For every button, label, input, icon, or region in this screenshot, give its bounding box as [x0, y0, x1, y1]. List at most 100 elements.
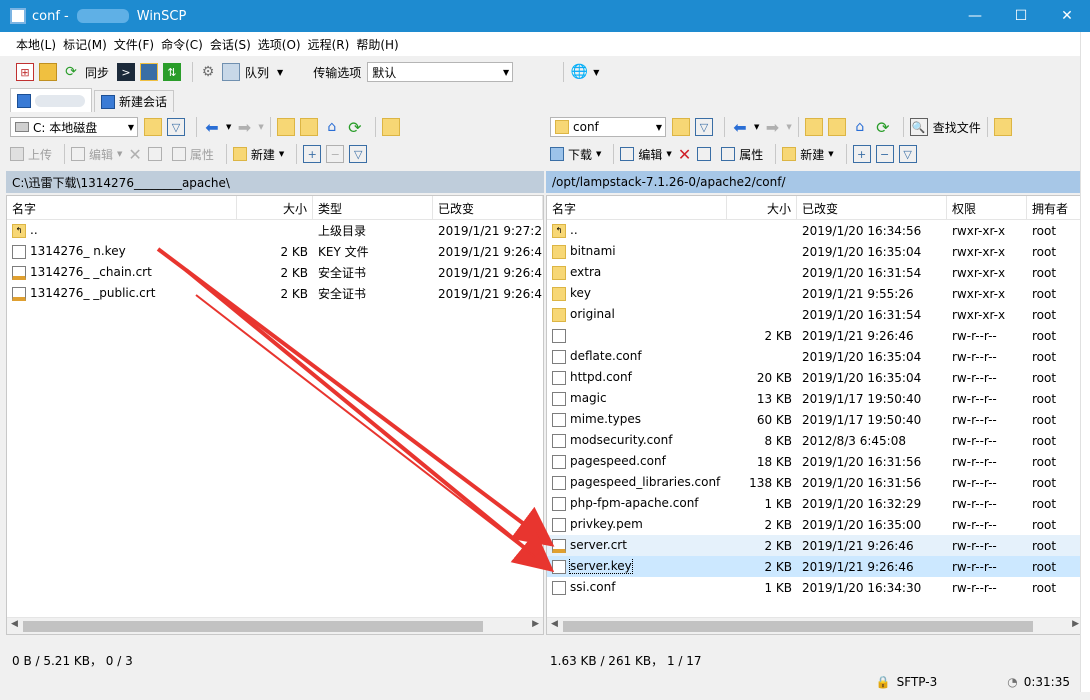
- remote-file-list[interactable]: 名字 大小 已改变 权限 拥有者 ↰.. 2019/1/20 16:34:56 rw…: [546, 195, 1084, 635]
- forward-arrow-icon[interactable]: ➡: [763, 118, 781, 137]
- gear-icon[interactable]: ⚙: [199, 63, 217, 81]
- compare-directories-icon[interactable]: ⊞: [16, 63, 34, 81]
- minimize-button[interactable]: —: [952, 0, 998, 32]
- back-arrow-icon[interactable]: ⬅: [731, 118, 749, 137]
- menu-options[interactable]: 选项(O): [258, 36, 301, 53]
- table-row[interactable]: magic 13 KB 2019/1/17 19:50:40 rw-r--r-- roo…: [547, 388, 1083, 409]
- refresh-icon[interactable]: ⟳: [346, 118, 364, 137]
- local-hscrollbar[interactable]: ◀ ▶: [7, 617, 543, 634]
- remote-folder-select[interactable]: conf ▼: [550, 117, 666, 137]
- table-row[interactable]: httpd.conf 20 KB 2019/1/20 16:35:04 rw-r--r…: [547, 367, 1083, 388]
- new-button[interactable]: 新建 ▼: [232, 146, 284, 163]
- table-row[interactable]: php-fpm-apache.conf 1 KB 2019/1/20 16:32:2…: [547, 493, 1083, 514]
- new-button[interactable]: 新建 ▼: [782, 146, 834, 163]
- select-all-icon[interactable]: +: [303, 145, 322, 163]
- forward-arrow-icon[interactable]: ➡: [235, 118, 253, 137]
- open-folder-icon[interactable]: [672, 118, 690, 136]
- menu-remote[interactable]: 远程(R): [308, 36, 350, 53]
- unselect-icon[interactable]: −: [326, 145, 345, 163]
- table-row[interactable]: 2 KB 2019/1/21 9:26:46 rw-r--r-- root: [547, 325, 1083, 346]
- scroll-thumb[interactable]: [23, 621, 483, 632]
- scroll-right-icon[interactable]: ▶: [532, 619, 539, 629]
- properties-button[interactable]: 属性: [171, 146, 214, 163]
- col-size[interactable]: 大小: [237, 196, 313, 219]
- col-modified[interactable]: 已改变: [433, 196, 543, 219]
- putty-icon[interactable]: [140, 63, 159, 81]
- home-icon[interactable]: ⌂: [323, 118, 341, 136]
- console-icon[interactable]: >: [117, 63, 136, 81]
- col-type[interactable]: 类型: [313, 196, 433, 219]
- back-dropdown-icon[interactable]: ▼: [226, 123, 231, 131]
- synchronize-browsing-icon[interactable]: [39, 63, 57, 81]
- sync-dirs-icon[interactable]: ⇅: [163, 63, 182, 81]
- scroll-right-icon[interactable]: ▶: [1072, 619, 1079, 629]
- forward-dropdown-icon[interactable]: ▼: [786, 123, 791, 131]
- menu-session[interactable]: 会话(S): [210, 36, 251, 53]
- table-row[interactable]: pagespeed.conf 18 KB 2019/1/20 16:31:56 rw-…: [547, 451, 1083, 472]
- table-row[interactable]: modsecurity.conf 8 KB 2012/8/3 6:45:08 rw-r…: [547, 430, 1083, 451]
- table-row[interactable]: ↰.. 上级目录 2019/1/21 9:27:2: [7, 220, 543, 241]
- table-row[interactable]: privkey.pem 2 KB 2019/1/20 16:35:00 rw-r--r…: [547, 514, 1083, 535]
- table-row[interactable]: deflate.conf 2019/1/20 16:35:04 rw-r--r-- r…: [547, 346, 1083, 367]
- edit-dropdown-icon[interactable]: ▼: [117, 150, 122, 158]
- table-row[interactable]: ↰.. 2019/1/20 16:34:56 rwxr-xr-x root: [547, 220, 1083, 241]
- globe-dropdown-icon[interactable]: ▼: [593, 68, 599, 77]
- scroll-left-icon[interactable]: ◀: [11, 619, 18, 629]
- local-path-bar[interactable]: C:\迅雷下载\1314276________apache\: [6, 171, 544, 193]
- globe-icon[interactable]: 🌐: [570, 63, 588, 81]
- table-row[interactable]: pagespeed_libraries.conf 138 KB 2019/1/20 …: [547, 472, 1083, 493]
- delete-button[interactable]: ✕: [128, 145, 141, 164]
- table-row[interactable]: server.crt 2 KB 2019/1/21 9:26:46 rw-r--r--…: [547, 535, 1083, 556]
- rename-button[interactable]: [147, 147, 166, 161]
- table-row[interactable]: 1314276_ _public.crt 2 KB 安全证书 2019/1/21 9:…: [7, 283, 543, 304]
- edit-dropdown-icon[interactable]: ▼: [666, 150, 671, 158]
- col-owner[interactable]: 拥有者: [1027, 196, 1083, 219]
- download-dropdown-icon[interactable]: ▼: [596, 150, 601, 158]
- col-name[interactable]: 名字: [547, 196, 727, 219]
- open-folder-icon[interactable]: [144, 118, 162, 136]
- queue-dropdown-icon[interactable]: ▼: [277, 68, 283, 77]
- col-name[interactable]: 名字: [7, 196, 237, 219]
- upload-button[interactable]: 上传: [10, 146, 52, 163]
- filter-icon[interactable]: ▽: [695, 118, 713, 136]
- new-dropdown-icon[interactable]: ▼: [828, 150, 833, 158]
- parent-folder-icon[interactable]: [276, 118, 295, 136]
- close-button[interactable]: ✕: [1044, 0, 1090, 32]
- find-files-button[interactable]: 查找文件: [933, 119, 981, 136]
- sync-button[interactable]: 同步: [85, 64, 109, 81]
- transfer-preset-select[interactable]: 默认 ▼: [367, 62, 514, 82]
- local-file-list[interactable]: 名字 大小 类型 已改变 ↰.. 上级目录 2019/1/21 9:27:2 1314…: [6, 195, 544, 635]
- table-row[interactable]: 1314276_ _chain.crt 2 KB 安全证书 2019/1/21 9:2…: [7, 262, 543, 283]
- menu-file[interactable]: 文件(F): [114, 36, 154, 53]
- menu-mark[interactable]: 标记(M): [63, 36, 107, 53]
- edit-button[interactable]: 编辑 ▼: [620, 146, 672, 163]
- edit-button[interactable]: 编辑 ▼: [71, 146, 122, 163]
- scroll-left-icon[interactable]: ◀: [551, 619, 558, 629]
- properties-button[interactable]: 属性: [721, 146, 763, 163]
- queue-button[interactable]: 队列: [245, 64, 269, 81]
- table-row[interactable]: 1314276_ n.key 2 KB KEY 文件 2019/1/21 9:26:4: [7, 241, 543, 262]
- remote-hscrollbar[interactable]: ◀ ▶: [547, 617, 1083, 634]
- local-drive-select[interactable]: C: 本地磁盘 ▼: [10, 117, 138, 137]
- tab-new-session[interactable]: 新建会话: [94, 90, 175, 112]
- unselect-icon[interactable]: −: [875, 145, 894, 163]
- table-row[interactable]: original 2019/1/20 16:31:54 rwxr-xr-x root: [547, 304, 1083, 325]
- table-row[interactable]: key 2019/1/21 9:55:26 rwxr-xr-x root: [547, 283, 1083, 304]
- menu-command[interactable]: 命令(C): [161, 36, 203, 53]
- forward-dropdown-icon[interactable]: ▼: [258, 123, 263, 131]
- rename-button[interactable]: [697, 147, 715, 161]
- tree-icon[interactable]: [381, 118, 400, 136]
- queue-icon[interactable]: [222, 63, 241, 81]
- tree-icon[interactable]: [993, 118, 1012, 136]
- back-dropdown-icon[interactable]: ▼: [754, 123, 759, 131]
- table-row[interactable]: bitnami 2019/1/20 16:35:04 rwxr-xr-x root: [547, 241, 1083, 262]
- menu-help[interactable]: 帮助(H): [356, 36, 398, 53]
- table-row[interactable]: server.key 2 KB 2019/1/21 9:26:46 rw-r--r--…: [547, 556, 1083, 577]
- back-arrow-icon[interactable]: ⬅: [203, 118, 221, 137]
- tab-current-session[interactable]: [10, 88, 92, 112]
- table-row[interactable]: ssi.conf 1 KB 2019/1/20 16:34:30 rw-r--r-- r…: [547, 577, 1083, 598]
- maximize-button[interactable]: ☐: [998, 0, 1044, 32]
- col-permissions[interactable]: 权限: [947, 196, 1027, 219]
- delete-button[interactable]: ✕: [678, 145, 691, 164]
- new-dropdown-icon[interactable]: ▼: [279, 150, 284, 158]
